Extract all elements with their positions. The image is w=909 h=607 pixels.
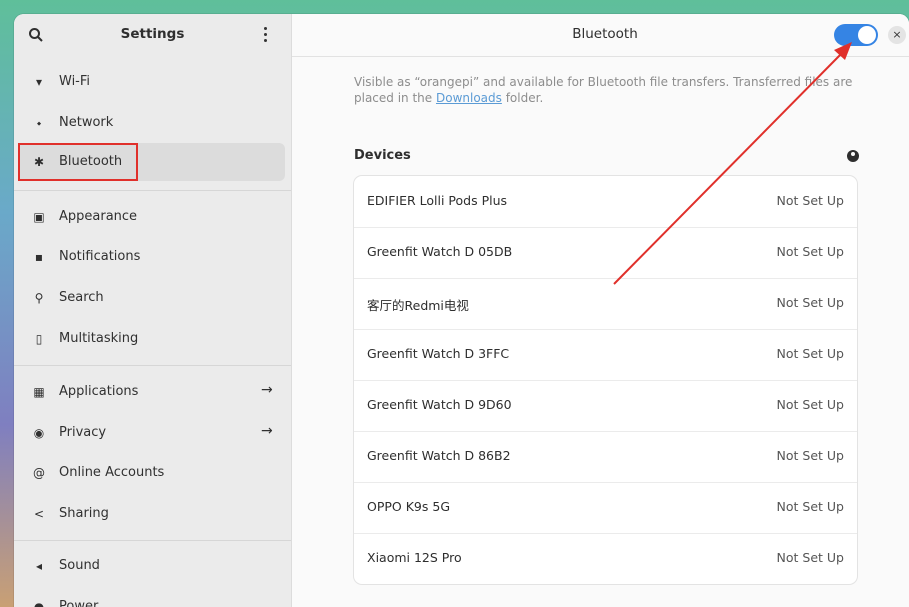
sharing-icon: <	[33, 507, 45, 521]
online-accounts-icon: @	[33, 466, 45, 480]
sidebar-item-label: Applications	[59, 384, 139, 399]
visibility-description: Visible as “orangepi” and available for …	[354, 74, 854, 106]
device-row[interactable]: Greenfit Watch D 3FFC Not Set Up	[354, 329, 857, 381]
device-status: Not Set Up	[776, 397, 844, 412]
device-name: OPPO K9s 5G	[367, 499, 451, 514]
device-status: Not Set Up	[776, 193, 844, 208]
search-icon: ⚲	[34, 291, 44, 305]
power-icon: ●	[33, 600, 45, 607]
network-icon: ⬩	[36, 115, 42, 130]
sidebar-item-label: Appearance	[59, 209, 138, 224]
sidebar-item-applications[interactable]: ▦ Applications →	[18, 373, 285, 411]
sidebar-item-label: Online Accounts	[59, 465, 165, 480]
sidebar-item-label: Sharing	[59, 506, 109, 521]
device-status: Not Set Up	[776, 499, 844, 514]
device-status: Not Set Up	[776, 550, 844, 565]
sidebar-item-label: Notifications	[59, 249, 141, 264]
sidebar-item-search[interactable]: ⚲ Search	[18, 279, 285, 317]
sidebar-item-sharing[interactable]: < Sharing	[18, 495, 285, 533]
description-text: Visible as “orangepi” and available for …	[354, 75, 853, 105]
device-name: Greenfit Watch D 05DB	[367, 244, 513, 259]
sound-icon: ◂	[35, 559, 43, 573]
device-name: Greenfit Watch D 3FFC	[367, 346, 510, 361]
sidebar-title: Settings	[120, 26, 185, 42]
sidebar-item-privacy[interactable]: ◉ Privacy →	[18, 414, 285, 452]
bluetooth-toggle[interactable]	[834, 24, 878, 46]
sidebar: Settings ▾ Wi-Fi ⬩ Network ✱ Bluetooth ▣…	[14, 14, 292, 607]
applications-icon: ▦	[33, 385, 45, 399]
sidebar-item-power[interactable]: ● Power	[18, 588, 285, 607]
settings-window: Settings ▾ Wi-Fi ⬩ Network ✱ Bluetooth ▣…	[14, 14, 909, 607]
sidebar-item-label: Sound	[59, 558, 100, 573]
sidebar-item-label: Network	[59, 115, 114, 130]
divider	[14, 365, 291, 366]
divider	[14, 190, 291, 191]
sidebar-item-wifi[interactable]: ▾ Wi-Fi	[18, 63, 285, 101]
privacy-icon: ◉	[33, 426, 45, 440]
device-list: EDIFIER Lolli Pods Plus Not Set Up Green…	[354, 176, 857, 584]
close-button[interactable]: ×	[888, 26, 906, 44]
sidebar-item-label: Wi-Fi	[59, 74, 91, 89]
main-panel: Bluetooth × Visible as “orangepi” and av…	[292, 14, 909, 607]
device-name: Greenfit Watch D 9D60	[367, 397, 512, 412]
sidebar-item-appearance[interactable]: ▣ Appearance	[18, 198, 285, 236]
sidebar-item-online-accounts[interactable]: @ Online Accounts	[18, 454, 285, 492]
sidebar-item-label: Power	[59, 599, 99, 607]
device-name: EDIFIER Lolli Pods Plus	[367, 193, 508, 208]
spinner-icon	[847, 150, 859, 162]
device-row[interactable]: Greenfit Watch D 86B2 Not Set Up	[354, 431, 857, 483]
sidebar-item-network[interactable]: ⬩ Network	[18, 104, 285, 142]
device-status: Not Set Up	[776, 448, 844, 463]
device-row[interactable]: Greenfit Watch D 9D60 Not Set Up	[354, 380, 857, 432]
device-name: Xiaomi 12S Pro	[367, 550, 462, 565]
menu-icon[interactable]	[261, 26, 269, 44]
wifi-icon: ▾	[35, 75, 43, 89]
description-text-end: folder.	[501, 91, 544, 105]
device-row[interactable]: Greenfit Watch D 05DB Not Set Up	[354, 227, 857, 279]
sidebar-item-label: Search	[59, 290, 104, 305]
device-row[interactable]: OPPO K9s 5G Not Set Up	[354, 482, 857, 534]
arrow-right-icon: →	[261, 423, 273, 439]
device-row[interactable]: Xiaomi 12S Pro Not Set Up	[354, 533, 857, 584]
toggle-knob	[858, 26, 876, 44]
downloads-link[interactable]: Downloads	[436, 91, 502, 105]
device-name: 客厅的Redmi电视	[367, 298, 469, 313]
sidebar-item-label: Multitasking	[59, 331, 139, 346]
page-title: Bluetooth	[572, 26, 638, 42]
arrow-right-icon: →	[261, 382, 273, 398]
device-status: Not Set Up	[776, 295, 844, 310]
device-status: Not Set Up	[776, 244, 844, 259]
header-bar: Bluetooth ×	[292, 14, 909, 57]
devices-heading: Devices	[354, 148, 411, 163]
sidebar-item-sound[interactable]: ◂ Sound	[18, 547, 285, 585]
sidebar-header: Settings	[14, 14, 291, 56]
divider	[14, 540, 291, 541]
sidebar-item-multitasking[interactable]: ▯ Multitasking	[18, 320, 285, 358]
appearance-icon: ▣	[33, 210, 45, 224]
device-row[interactable]: EDIFIER Lolli Pods Plus Not Set Up	[354, 176, 857, 228]
device-row[interactable]: 客厅的Redmi电视 Not Set Up	[354, 278, 857, 330]
sidebar-item-notifications[interactable]: ▪ Notifications	[18, 238, 285, 276]
notifications-icon: ▪	[34, 250, 44, 264]
highlight-box	[18, 143, 138, 181]
multitasking-icon: ▯	[35, 332, 43, 346]
device-name: Greenfit Watch D 86B2	[367, 448, 511, 463]
sidebar-item-label: Privacy	[59, 425, 107, 440]
device-status: Not Set Up	[776, 346, 844, 361]
